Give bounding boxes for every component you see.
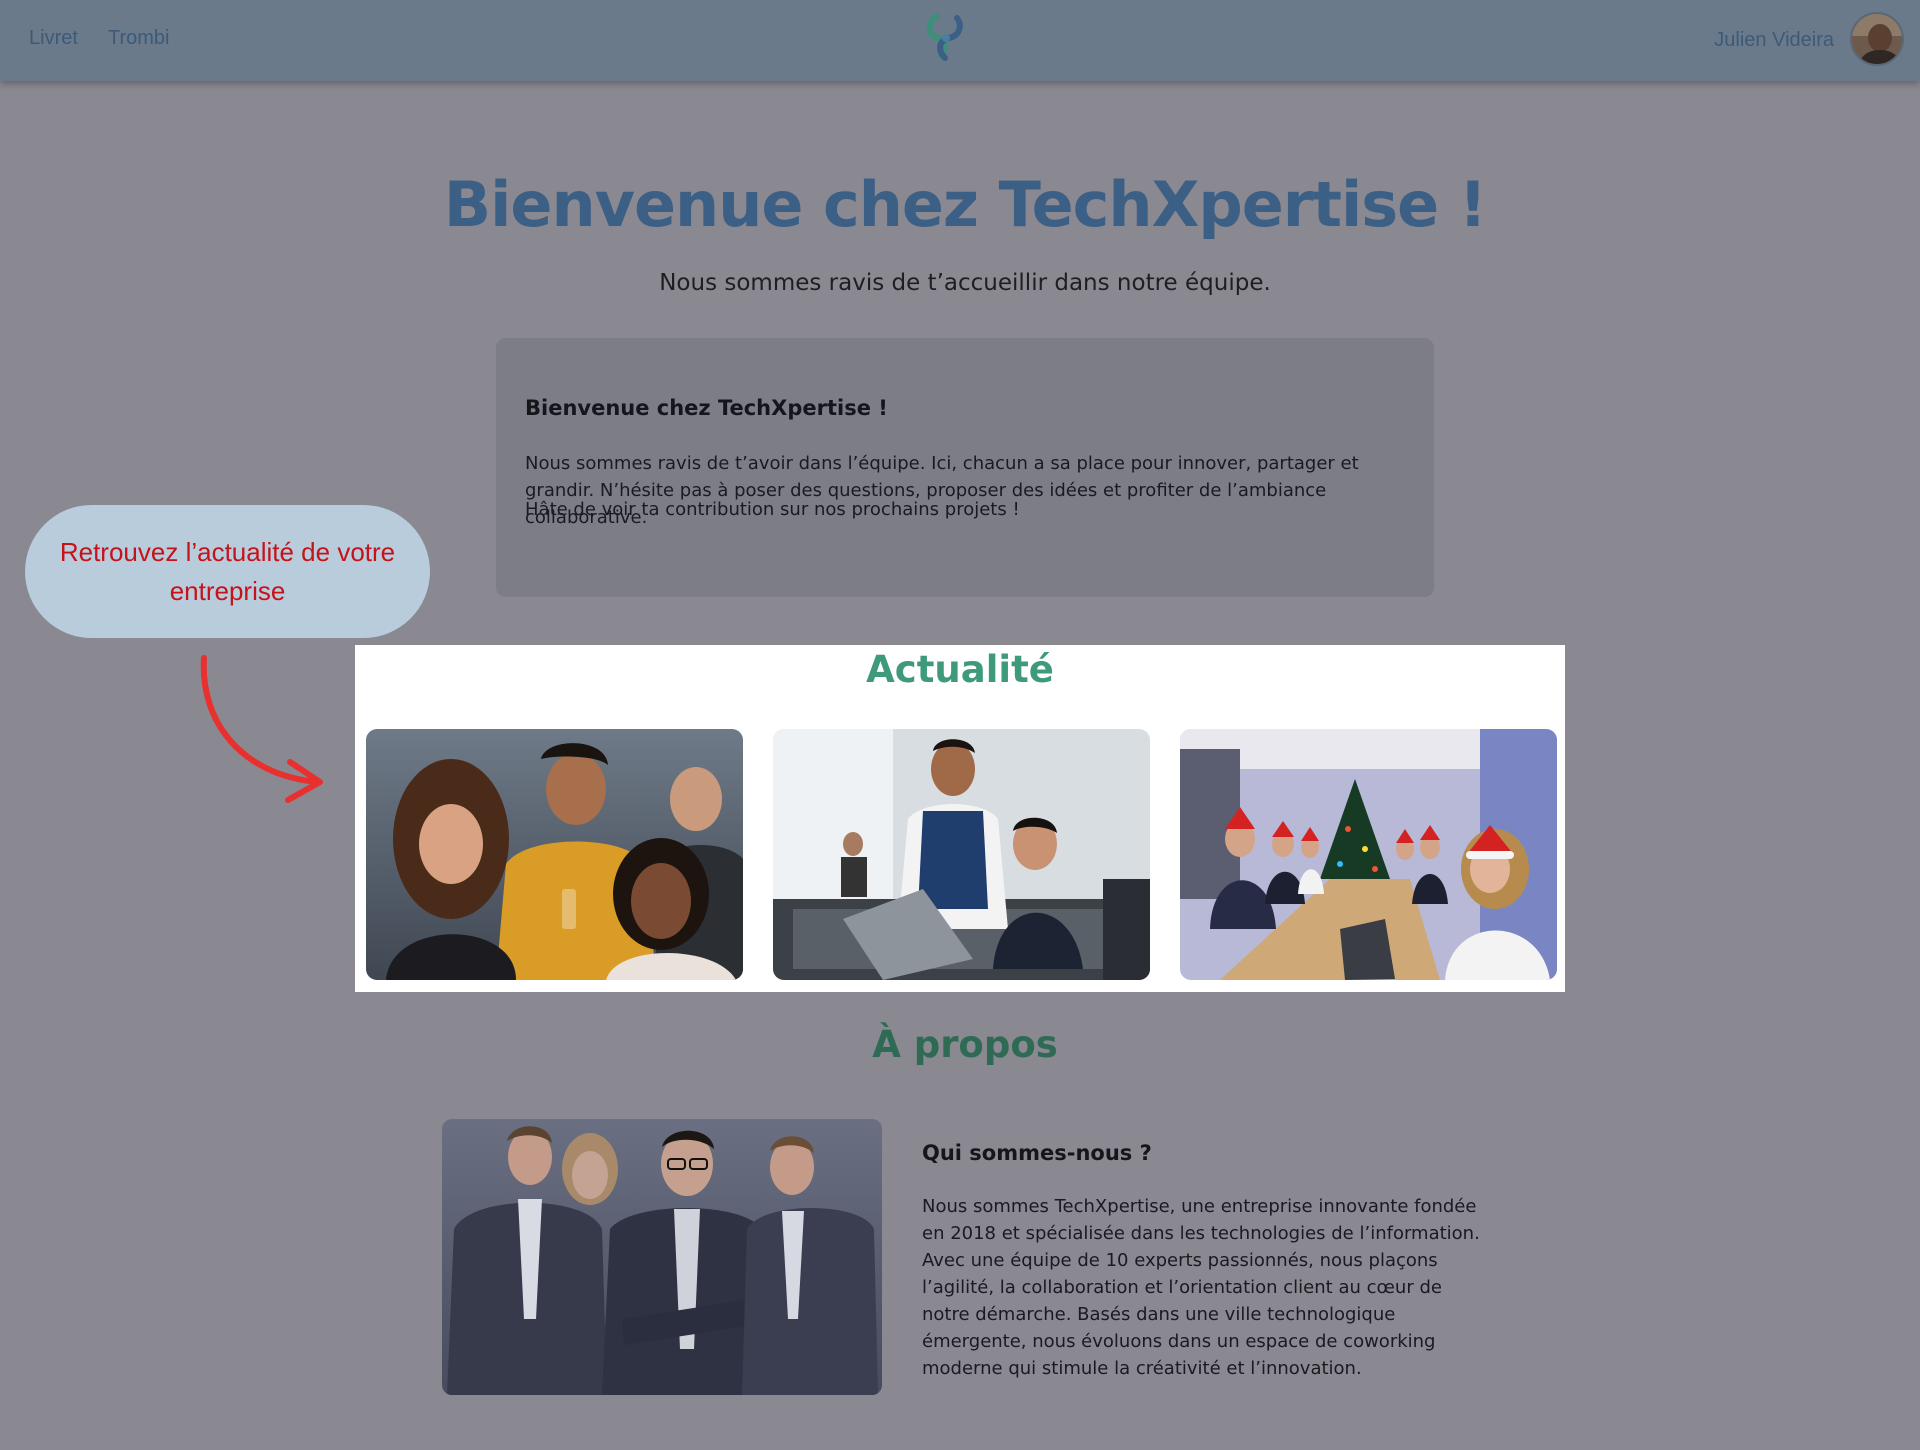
page-title: Bienvenue chez TechXpertise ! [443,168,1487,241]
user-name[interactable]: Julien Videira [1714,29,1834,52]
about-heading: Qui sommes-nous ? [922,1141,1152,1165]
company-logo-icon[interactable] [923,12,969,64]
nav-link-trombi[interactable]: Trombi [108,27,169,50]
pointer-arrow-icon [200,655,323,803]
welcome-card: Bienvenue chez TechXpertise ! Nous somme… [496,338,1434,597]
about-section-title: À propos [872,1023,1058,1066]
team-photo [442,1119,882,1395]
nav-link-livret[interactable]: Livret [29,27,78,50]
news-image[interactable] [1180,729,1557,980]
news-section: Actualité [355,645,1565,992]
welcome-card-paragraph: Hâte de voir ta contribution sur nos pro… [525,499,1020,520]
news-image[interactable] [366,729,743,980]
about-paragraph: Nous sommes TechXpertise, une entreprise… [922,1196,1480,1379]
news-section-title: Actualité [866,648,1054,691]
news-image[interactable] [773,729,1150,980]
user-avatar[interactable] [1850,12,1904,66]
tutorial-callout: Retrouvez l’actualité de votre entrepris… [25,505,430,638]
top-navbar: Livret Trombi Julien Videira [0,0,1920,81]
welcome-card-heading: Bienvenue chez TechXpertise ! [525,396,888,420]
page-subtitle: Nous sommes ravis de t’accueillir dans n… [659,270,1271,296]
